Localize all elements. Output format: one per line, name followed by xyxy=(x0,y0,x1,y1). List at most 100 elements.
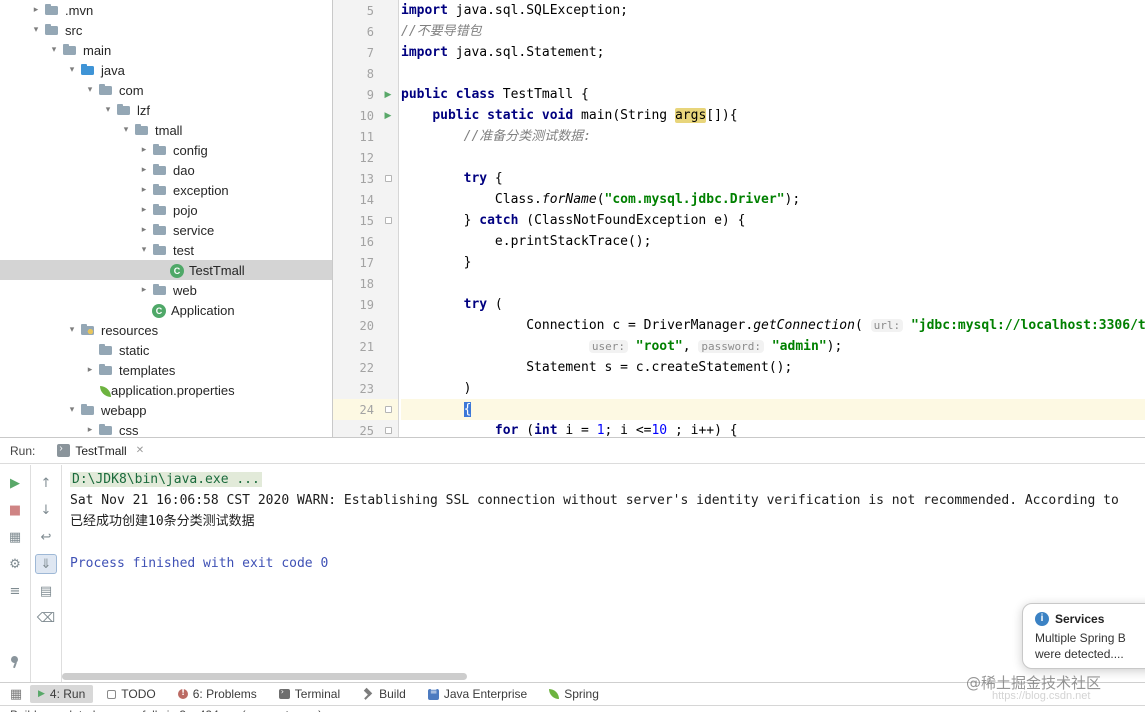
settings-button[interactable]: ⚙ xyxy=(4,554,26,574)
services-notification[interactable]: i Services Multiple Spring B were detect… xyxy=(1022,603,1145,669)
chevron-down-icon[interactable]: ▾ xyxy=(100,105,116,115)
code-line[interactable]: import java.sql.SQLException; xyxy=(401,0,1145,21)
run-line-icon[interactable]: ▶ xyxy=(378,105,398,126)
up-stack-trace-button[interactable]: ↑ xyxy=(35,473,57,493)
code-line[interactable]: Connection c = DriverManager.getConnecti… xyxy=(401,315,1145,336)
tree-item-application.properties[interactable]: application.properties xyxy=(0,380,332,400)
chevron-down-icon[interactable]: ▾ xyxy=(82,85,98,95)
console-line[interactable]: Sat Nov 21 16:06:58 CST 2020 WARN: Estab… xyxy=(70,490,1145,511)
console-line[interactable]: 已经成功创建10条分类测试数据 xyxy=(70,511,1145,532)
code-line[interactable]: user: "root", password: "admin"); xyxy=(401,336,1145,357)
tree-item-java[interactable]: ▾ java xyxy=(0,60,332,80)
rerun-button[interactable]: ▶ xyxy=(4,473,26,493)
console-line[interactable] xyxy=(70,532,1145,553)
code-line[interactable]: public class TestTmall { xyxy=(401,84,1145,105)
console-output[interactable]: D:\JDK8\bin\java.exe ... Sat Nov 21 16:06… xyxy=(62,465,1145,682)
fold-marker-icon[interactable] xyxy=(384,217,392,224)
toolwindow-button-terminal[interactable]: Terminal xyxy=(271,685,348,703)
code-line[interactable] xyxy=(401,273,1145,294)
chevron-down-icon[interactable]: ▾ xyxy=(136,245,152,255)
tree-item-pojo[interactable]: ▸ pojo xyxy=(0,200,332,220)
scroll-to-end-button[interactable]: ⇓ xyxy=(35,554,57,574)
chevron-right-icon[interactable]: ▸ xyxy=(82,365,98,375)
stop-button[interactable]: ■ xyxy=(4,500,26,520)
code-line[interactable]: //不要导错包 xyxy=(401,21,1145,42)
code-line[interactable]: import java.sql.Statement; xyxy=(401,42,1145,63)
code-line[interactable]: try { xyxy=(401,168,1145,189)
console-h-scrollbar[interactable] xyxy=(62,673,467,680)
fold-marker-icon[interactable] xyxy=(384,175,392,182)
clear-all-button[interactable]: ⌫ xyxy=(35,608,57,628)
code-line[interactable] xyxy=(401,63,1145,84)
tree-item-static[interactable]: static xyxy=(0,340,332,360)
tree-item-tmall[interactable]: ▾ tmall xyxy=(0,120,332,140)
tree-item-config[interactable]: ▸ config xyxy=(0,140,332,160)
code-line[interactable]: } xyxy=(401,252,1145,273)
tree-item-test[interactable]: ▾ test xyxy=(0,240,332,260)
code-line[interactable]: try ( xyxy=(401,294,1145,315)
chevron-right-icon[interactable]: ▸ xyxy=(28,5,44,15)
chevron-right-icon[interactable]: ▸ xyxy=(136,225,152,235)
tree-item-dao[interactable]: ▸ dao xyxy=(0,160,332,180)
tree-item-resources[interactable]: ▾ resources xyxy=(0,320,332,340)
project-tree[interactable]: ▸ .mvn ▾ src ▾ main ▾ java ▾ com ▾ lzf ▾ tmall ▸ config… xyxy=(0,0,333,437)
tree-item-.mvn[interactable]: ▸ .mvn xyxy=(0,0,332,20)
print-button[interactable]: ▤ xyxy=(35,581,57,601)
pin-button[interactable] xyxy=(4,652,26,672)
chevron-right-icon[interactable]: ▸ xyxy=(136,185,152,195)
toolwindow-button-build[interactable]: Build xyxy=(354,685,414,703)
toolwindow-button-6-problems[interactable]: 6: Problems xyxy=(170,685,265,703)
chevron-right-icon[interactable]: ▸ xyxy=(136,165,152,175)
tree-item-com[interactable]: ▾ com xyxy=(0,80,332,100)
tree-item-web[interactable]: ▸ web xyxy=(0,280,332,300)
run-line-icon[interactable]: ▶ xyxy=(378,84,398,105)
chevron-right-icon[interactable]: ▸ xyxy=(136,285,152,295)
code-line[interactable] xyxy=(401,147,1145,168)
tree-item-src[interactable]: ▾ src xyxy=(0,20,332,40)
code-line[interactable]: } catch (ClassNotFoundException e) { xyxy=(401,210,1145,231)
toolwindow-switcher-icon[interactable] xyxy=(6,687,26,702)
toolwindow-button-todo[interactable]: TODO xyxy=(99,685,163,703)
chevron-down-icon[interactable]: ▾ xyxy=(64,405,80,415)
tree-item-exception[interactable]: ▸ exception xyxy=(0,180,332,200)
toolwindow-button-spring[interactable]: Spring xyxy=(541,685,607,703)
chevron-down-icon[interactable]: ▾ xyxy=(64,325,80,335)
tree-item-TestTmall[interactable]: C TestTmall xyxy=(0,260,332,280)
run-tab-testtmall[interactable]: TestTmall xyxy=(49,441,152,461)
code-line[interactable]: for (int i = 1; i <=10 ; i++) { xyxy=(401,420,1145,437)
code-line[interactable]: //准备分类测试数据: xyxy=(401,126,1145,147)
toolwindow-button-java-enterprise[interactable]: Java Enterprise xyxy=(420,685,535,703)
code-line[interactable]: e.printStackTrace(); xyxy=(401,231,1145,252)
console-line[interactable]: D:\JDK8\bin\java.exe ... xyxy=(70,469,1145,490)
code-line[interactable]: ) xyxy=(401,378,1145,399)
chevron-right-icon[interactable]: ▸ xyxy=(82,425,98,435)
down-stack-trace-button[interactable]: ↓ xyxy=(35,500,57,520)
tree-item-webapp[interactable]: ▾ webapp xyxy=(0,400,332,420)
fold-marker-icon[interactable] xyxy=(384,406,392,413)
console-line[interactable]: Process finished with exit code 0 xyxy=(70,553,1145,574)
code-line[interactable]: public static void main(String args[]){ xyxy=(401,105,1145,126)
fold-marker-icon[interactable] xyxy=(384,427,392,434)
tree-item-templates[interactable]: ▸ templates xyxy=(0,360,332,380)
soft-wrap-button[interactable]: ↩ xyxy=(35,527,57,547)
tree-item-css[interactable]: ▸ css xyxy=(0,420,332,438)
chevron-right-icon[interactable]: ▸ xyxy=(136,205,152,215)
toolwindow-button-4-run[interactable]: ▶ 4: Run xyxy=(30,685,94,703)
restore-layout-button[interactable]: ▦ xyxy=(4,527,26,547)
chevron-right-icon[interactable]: ▸ xyxy=(136,145,152,155)
dump-threads-button[interactable]: ≡ xyxy=(4,581,26,601)
chevron-down-icon[interactable]: ▾ xyxy=(46,45,62,55)
tree-item-service[interactable]: ▸ service xyxy=(0,220,332,240)
code-line[interactable]: Class.forName("com.mysql.jdbc.Driver"); xyxy=(401,189,1145,210)
tree-item-Application[interactable]: C Application xyxy=(0,300,332,320)
chevron-down-icon[interactable]: ▾ xyxy=(28,25,44,35)
chevron-down-icon[interactable]: ▾ xyxy=(118,125,134,135)
gutter-icon-area xyxy=(378,168,398,189)
close-tab-icon[interactable] xyxy=(136,445,144,456)
code-line[interactable]: { xyxy=(401,399,1145,420)
tree-item-main[interactable]: ▾ main xyxy=(0,40,332,60)
tree-item-lzf[interactable]: ▾ lzf xyxy=(0,100,332,120)
code-line[interactable]: Statement s = c.createStatement(); xyxy=(401,357,1145,378)
chevron-down-icon[interactable]: ▾ xyxy=(64,65,80,75)
editor-code[interactable]: import java.sql.SQLException;//不要导错包 impo… xyxy=(399,0,1145,437)
